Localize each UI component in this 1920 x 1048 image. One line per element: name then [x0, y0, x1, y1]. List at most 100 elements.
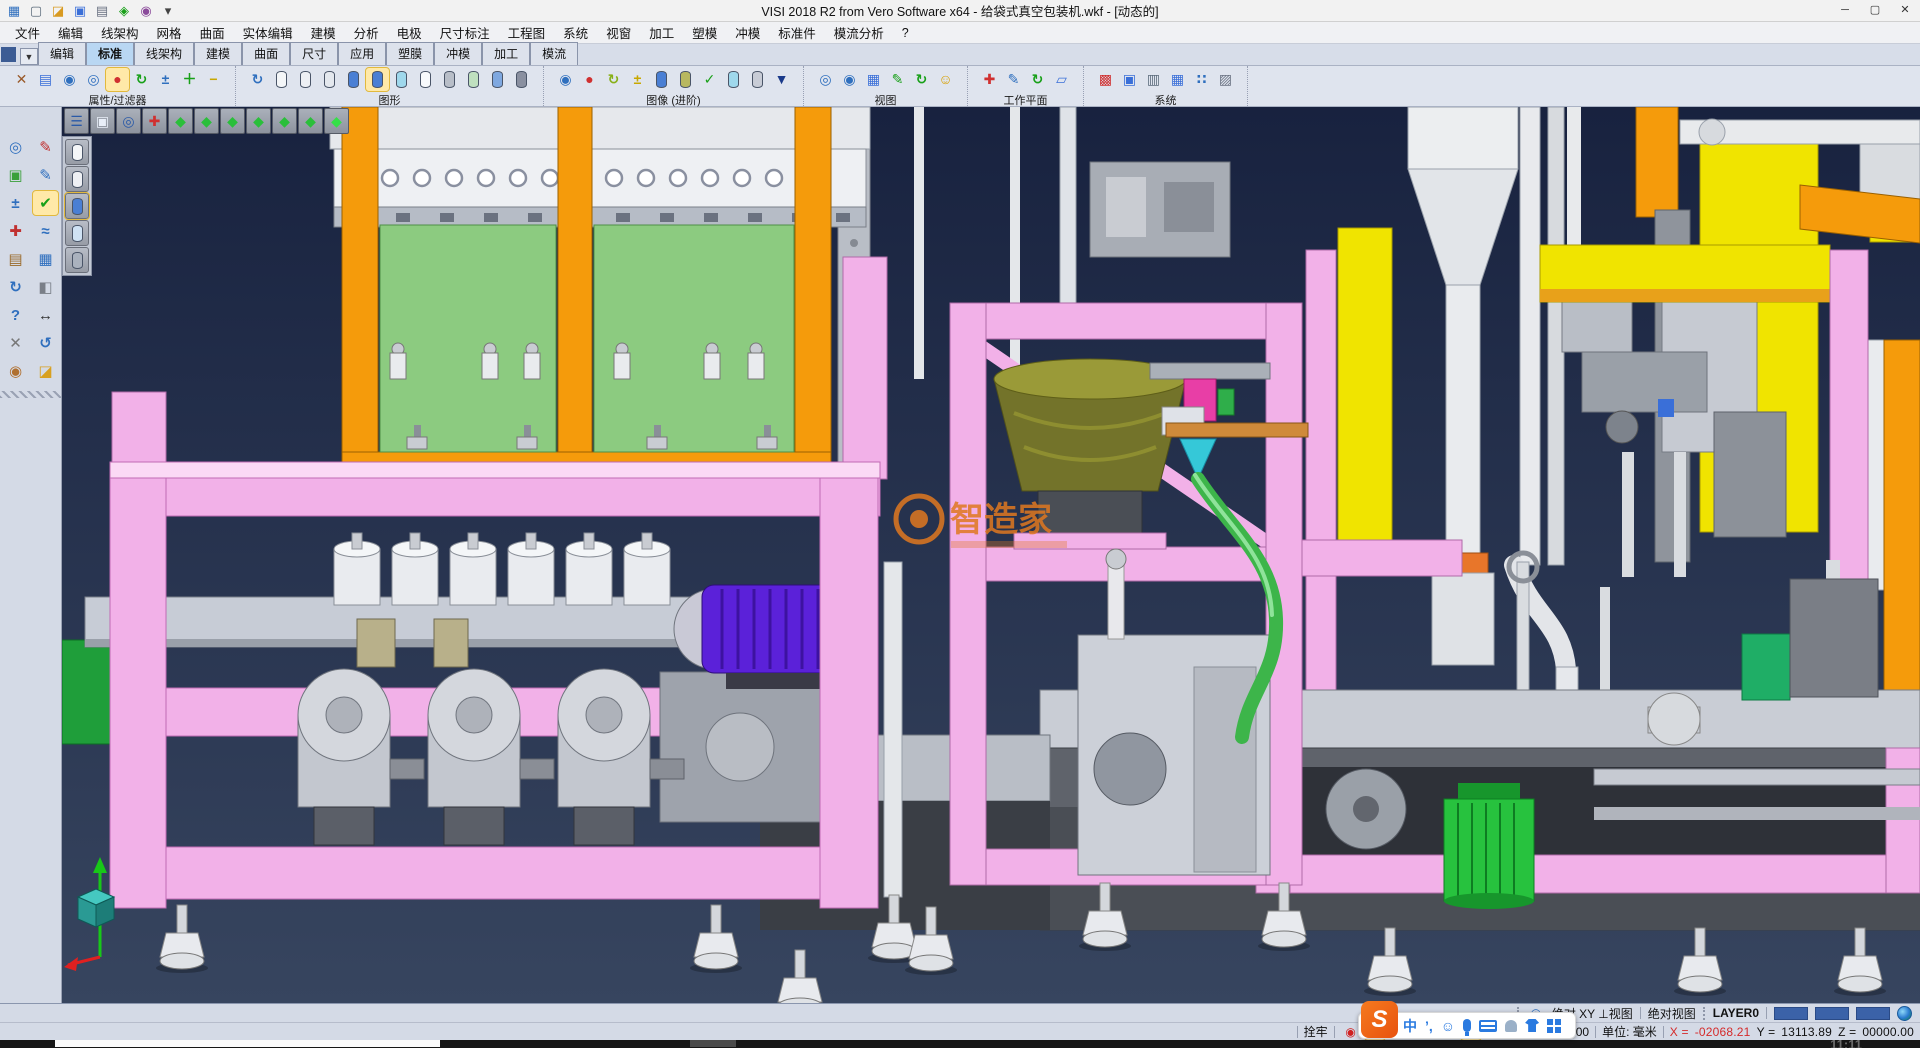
render-traffic-light-icon[interactable]: ● — [578, 68, 601, 91]
tab-modeling[interactable]: 建模 — [194, 42, 242, 65]
attribute-browser-icon[interactable]: ▤ — [3, 247, 28, 271]
tab-edit[interactable]: 编辑 — [38, 42, 86, 65]
toggle-visibility-icon[interactable]: ± — [154, 68, 177, 91]
hide-all-icon[interactable]: − — [202, 68, 225, 91]
copy-attributes-icon[interactable]: ▤ — [34, 68, 57, 91]
zoom-select-icon[interactable]: ◎ — [3, 135, 28, 159]
shaded-cylinder-icon[interactable] — [342, 68, 365, 91]
regen-graphics-icon[interactable]: ↻ — [246, 68, 269, 91]
mesh-cylinder-icon[interactable] — [438, 68, 461, 91]
menu-system[interactable]: 系统 — [554, 21, 597, 44]
menu-wireframe[interactable]: 线架构 — [92, 21, 148, 44]
open-file-icon[interactable]: ◪ — [48, 2, 68, 20]
refresh-visibility-icon[interactable]: ↻ — [130, 68, 153, 91]
undo-icon[interactable]: ↺ — [33, 331, 58, 355]
layer-cylinder-5-icon[interactable] — [65, 247, 89, 273]
view-bottom-icon[interactable]: ◆ — [194, 108, 219, 134]
tab-dimension[interactable]: 尺寸 — [290, 42, 338, 65]
recycle-render-icon[interactable]: ↻ — [602, 68, 625, 91]
cycle-workplane-icon[interactable]: ↻ — [1026, 68, 1049, 91]
shaded-edges-cylinder-icon[interactable] — [366, 68, 389, 91]
maximize-button[interactable]: ▢ — [1860, 1, 1890, 21]
view-left-icon[interactable]: ◆ — [272, 108, 297, 134]
system-options-icon[interactable]: ▨ — [1214, 68, 1237, 91]
ime-punctuation[interactable]: ’, — [1425, 1019, 1433, 1033]
open-project-icon[interactable]: ◪ — [33, 359, 58, 383]
zoom-fit-icon[interactable]: ▣ — [90, 108, 115, 134]
ucs-axes-icon[interactable]: ✚ — [978, 68, 1001, 91]
3d-viewport-scene[interactable]: 智造家 — [62, 107, 1920, 1003]
grip-handle[interactable] — [1703, 1007, 1706, 1020]
active-layer[interactable]: LAYER0 — [1713, 1006, 1759, 1020]
monitor-icon[interactable]: ▣ — [1118, 68, 1141, 91]
ime-skin-icon[interactable] — [1525, 1019, 1539, 1032]
menu-die[interactable]: 冲模 — [726, 21, 769, 44]
3d-viewport[interactable]: 智造家 ☰▣◎✚◆◆◆◆◆◆◆ — [62, 107, 1920, 1003]
ime-lang-chinese[interactable]: 中 — [1403, 1019, 1417, 1033]
axes-icon[interactable]: ✚ — [142, 108, 167, 134]
view-iso-icon[interactable]: ◆ — [324, 108, 349, 134]
plan-view-icon[interactable]: ▦ — [862, 68, 885, 91]
menu-mold[interactable]: 塑模 — [683, 21, 726, 44]
menu-dimension[interactable]: 尺寸标注 — [431, 21, 499, 44]
menu-electrode[interactable]: 电极 — [388, 21, 431, 44]
layer-cylinder-active-icon[interactable] — [65, 193, 89, 219]
section-cylinder-icon[interactable] — [462, 68, 485, 91]
shaded-outline-cylinder-icon[interactable] — [318, 68, 341, 91]
tab-standard[interactable]: 标准 — [86, 42, 134, 65]
delete-curve-icon[interactable]: ✎ — [33, 135, 58, 159]
globe-icon[interactable] — [1897, 1006, 1912, 1021]
transparent-cylinder-icon[interactable] — [390, 68, 413, 91]
snap-settings-icon[interactable]: ∷ — [1190, 68, 1213, 91]
view-back-icon[interactable]: ◆ — [246, 108, 271, 134]
menu-analysis[interactable]: 分析 — [345, 21, 388, 44]
view-right-icon[interactable]: ◆ — [298, 108, 323, 134]
show-entity-icon[interactable]: ◉ — [58, 68, 81, 91]
tab-dropdown-icon[interactable]: ▼ — [20, 48, 38, 65]
graphics-settings-icon[interactable] — [510, 68, 533, 91]
advanced-view-icon[interactable]: ◉ — [554, 68, 577, 91]
zoom-extents-icon[interactable]: ◉ — [838, 68, 861, 91]
texture-cylinder-icon[interactable] — [674, 68, 697, 91]
view-mode-icon[interactable]: ◈ — [114, 2, 134, 20]
tab-machining[interactable]: 加工 — [482, 42, 530, 65]
menu-machining[interactable]: 加工 — [640, 21, 683, 44]
menu-moldflow[interactable]: 模流分析 — [825, 21, 893, 44]
filter-delete-icon[interactable]: ✕ — [10, 68, 33, 91]
tab-mold[interactable]: 塑膜 — [386, 42, 434, 65]
refresh-view-icon[interactable]: ↻ — [910, 68, 933, 91]
hidden-line-cylinder-icon[interactable] — [294, 68, 317, 91]
save-icon[interactable]: ▣ — [70, 2, 90, 20]
menu-standard-parts[interactable]: 标准件 — [769, 21, 825, 44]
view-front-icon[interactable]: ◆ — [220, 108, 245, 134]
ime-mic-icon[interactable] — [1463, 1019, 1471, 1032]
viewport-layout-icon[interactable]: ▦ — [33, 247, 58, 271]
view-smiley-icon[interactable]: ☺ — [934, 68, 957, 91]
ucs-move-icon[interactable]: ✚ — [3, 219, 28, 243]
line-style-box[interactable] — [1815, 1007, 1849, 1020]
confirm-icon[interactable]: ✔ — [33, 191, 58, 215]
menu-drawing[interactable]: 工程图 — [499, 21, 555, 44]
tab-application[interactable]: 应用 — [338, 42, 386, 65]
menu-edit[interactable]: 编辑 — [49, 21, 92, 44]
quick-access-arrow-icon[interactable]: ▾ — [158, 2, 178, 20]
menu-help[interactable]: ? — [893, 24, 918, 42]
ime-keyboard-icon[interactable] — [1479, 1020, 1497, 1032]
fit-view-icon[interactable]: ▣ — [3, 163, 28, 187]
print-icon[interactable]: ▤ — [92, 2, 112, 20]
prompt-button[interactable] — [690, 1040, 736, 1047]
material-cylinder-icon[interactable] — [650, 68, 673, 91]
xray-cylinder-icon[interactable] — [746, 68, 769, 91]
layout-manager-icon[interactable]: ▥ — [1142, 68, 1165, 91]
context-help-icon[interactable]: ? — [3, 303, 28, 327]
tab-die[interactable]: 冲模 — [434, 42, 482, 65]
shadow-icon[interactable]: ▼ — [770, 68, 793, 91]
layer-cylinder-1-icon[interactable] — [65, 139, 89, 165]
adjust-render-icon[interactable]: ± — [626, 68, 649, 91]
menu-modeling[interactable]: 建模 — [302, 21, 345, 44]
menu-mesh[interactable]: 网格 — [148, 21, 191, 44]
close-button[interactable]: ✕ — [1890, 1, 1920, 21]
edit-workplane-icon[interactable]: ✎ — [1002, 68, 1025, 91]
ime-handwriting-icon[interactable] — [1505, 1020, 1517, 1032]
navigator-icon[interactable]: ◉ — [3, 359, 28, 383]
